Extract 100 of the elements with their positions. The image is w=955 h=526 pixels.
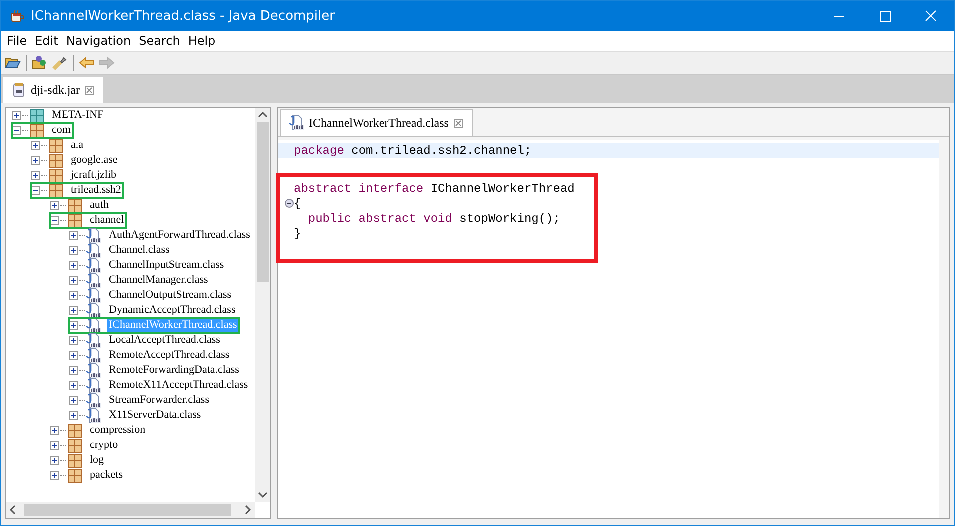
class-file-icon: [86, 258, 102, 274]
vertical-scrollbar[interactable]: [255, 108, 270, 502]
package-icon: [67, 198, 83, 214]
tree-item[interactable]: META-INF: [50, 109, 106, 122]
class-file-icon: [86, 318, 102, 334]
expand-icon[interactable]: [69, 336, 78, 345]
code-line: {: [294, 196, 302, 210]
folder-icon[interactable]: [32, 55, 48, 71]
code-line: public abstract void stopWorking();: [307, 212, 560, 226]
file-tab[interactable]: dji-sdk.jar: [3, 77, 103, 103]
tree-item[interactable]: RemoteForwardingData.class: [107, 364, 242, 377]
tree-item[interactable]: Channel.class: [107, 244, 172, 257]
tree-item[interactable]: RemoteAcceptThread.class: [107, 349, 232, 362]
class-file-icon: [86, 392, 102, 408]
expand-icon[interactable]: [69, 246, 78, 255]
tree-item[interactable]: ChannelManager.class: [107, 274, 210, 287]
tree-item[interactable]: log: [88, 454, 106, 467]
package-icon: [48, 182, 64, 198]
menu-item[interactable]: File: [3, 34, 32, 48]
expand-icon[interactable]: [50, 426, 59, 435]
tree-item[interactable]: com: [50, 124, 73, 137]
expand-icon[interactable]: [69, 231, 78, 240]
code-line: }: [294, 226, 302, 240]
expand-icon[interactable]: [50, 201, 59, 210]
tree-item[interactable]: packets: [88, 469, 125, 482]
expand-icon[interactable]: [69, 291, 78, 300]
fold-icon[interactable]: [284, 199, 294, 208]
back-arrow-icon[interactable]: [79, 55, 95, 71]
wand-icon[interactable]: [52, 55, 68, 71]
expand-icon[interactable]: [69, 366, 78, 375]
tree-item[interactable]: jcraft.jzlib: [69, 169, 119, 182]
expand-icon[interactable]: [69, 306, 78, 315]
expand-icon[interactable]: [69, 396, 78, 405]
tree-item[interactable]: google.ase: [69, 154, 120, 167]
expand-icon[interactable]: [69, 351, 78, 360]
tree-item[interactable]: ChannelInputStream.class: [107, 259, 226, 272]
package-icon: [67, 438, 83, 454]
menu-item[interactable]: Navigation: [62, 34, 136, 48]
tree-item[interactable]: DynamicAcceptThread.class: [107, 304, 238, 317]
code-line: abstract interface IChannelWorkerThread: [294, 182, 575, 196]
package-icon: [67, 468, 83, 484]
collapse-icon[interactable]: [50, 216, 59, 225]
tree-item[interactable]: crypto: [88, 439, 120, 452]
expand-icon[interactable]: [69, 321, 78, 330]
class-file-icon: [86, 378, 102, 394]
menu-item[interactable]: Help: [184, 34, 220, 48]
class-file-icon: [86, 228, 102, 244]
class-file-icon: [86, 272, 102, 288]
tree-item[interactable]: AuthAgentForwardThread.class: [107, 229, 252, 242]
folder-icon: [29, 108, 45, 124]
expand-icon[interactable]: [69, 411, 78, 420]
package-icon: [48, 168, 64, 184]
scroll-thumb[interactable]: [24, 504, 231, 516]
expand-icon[interactable]: [69, 381, 78, 390]
class-file-icon: [86, 408, 102, 424]
code-editor[interactable]: package com.trilead.ssh2.channel; abstract interface IChannelWorkerThread { public abstract void stopWorking(); }: [278, 140, 939, 518]
close-icon[interactable]: [452, 118, 464, 128]
package-icon: [48, 152, 64, 168]
class-file-icon: [86, 332, 102, 348]
tree-item[interactable]: StreamForwarder.class: [107, 394, 212, 407]
class-file-icon: [86, 242, 102, 258]
close-icon[interactable]: [84, 84, 95, 96]
code-line: package com.trilead.ssh2.channel;: [294, 144, 532, 158]
expand-icon[interactable]: [50, 471, 59, 480]
class-file-icon: [86, 348, 102, 364]
coffee-cup-icon: [9, 8, 25, 24]
tree-item[interactable]: RemoteX11AcceptThread.class: [107, 379, 250, 392]
expand-icon[interactable]: [31, 141, 40, 150]
tree-item[interactable]: compression: [88, 424, 148, 437]
collapse-icon[interactable]: [12, 126, 21, 135]
package-icon: [67, 212, 83, 228]
expand-icon[interactable]: [12, 111, 21, 120]
menu-item[interactable]: Edit: [31, 34, 62, 48]
tree-item[interactable]: trilead.ssh2: [69, 184, 124, 197]
editor-tab[interactable]: IChannelWorkerThread.class: [280, 109, 473, 136]
horizontal-scrollbar[interactable]: [6, 502, 255, 518]
expand-icon[interactable]: [31, 156, 40, 165]
expand-icon[interactable]: [31, 171, 40, 180]
menu-item[interactable]: Search: [135, 34, 184, 48]
scroll-thumb[interactable]: [256, 122, 268, 282]
package-icon: [48, 138, 64, 154]
tree-item[interactable]: X11ServerData.class: [107, 409, 204, 422]
class-file-icon: [86, 288, 102, 304]
class-file-icon: [289, 115, 305, 131]
window-title: IChannelWorkerThread.class - Java Decompiler: [31, 8, 336, 24]
tree-item[interactable]: LocalAcceptThread.class: [107, 334, 222, 347]
tree-item[interactable]: a.a: [69, 139, 86, 152]
collapse-icon[interactable]: [31, 186, 40, 195]
class-file-icon: [86, 302, 102, 318]
tree-item[interactable]: channel: [88, 214, 126, 227]
tree-item[interactable]: auth: [88, 199, 111, 212]
package-icon: [67, 452, 83, 468]
tree-item[interactable]: ChannelOutputStream.class: [107, 289, 234, 302]
expand-icon[interactable]: [69, 261, 78, 270]
expand-icon[interactable]: [69, 276, 78, 285]
expand-icon[interactable]: [50, 456, 59, 465]
jar-icon: [11, 82, 27, 98]
expand-icon[interactable]: [50, 441, 59, 450]
package-icon: [67, 422, 83, 438]
package-icon: [29, 122, 45, 138]
